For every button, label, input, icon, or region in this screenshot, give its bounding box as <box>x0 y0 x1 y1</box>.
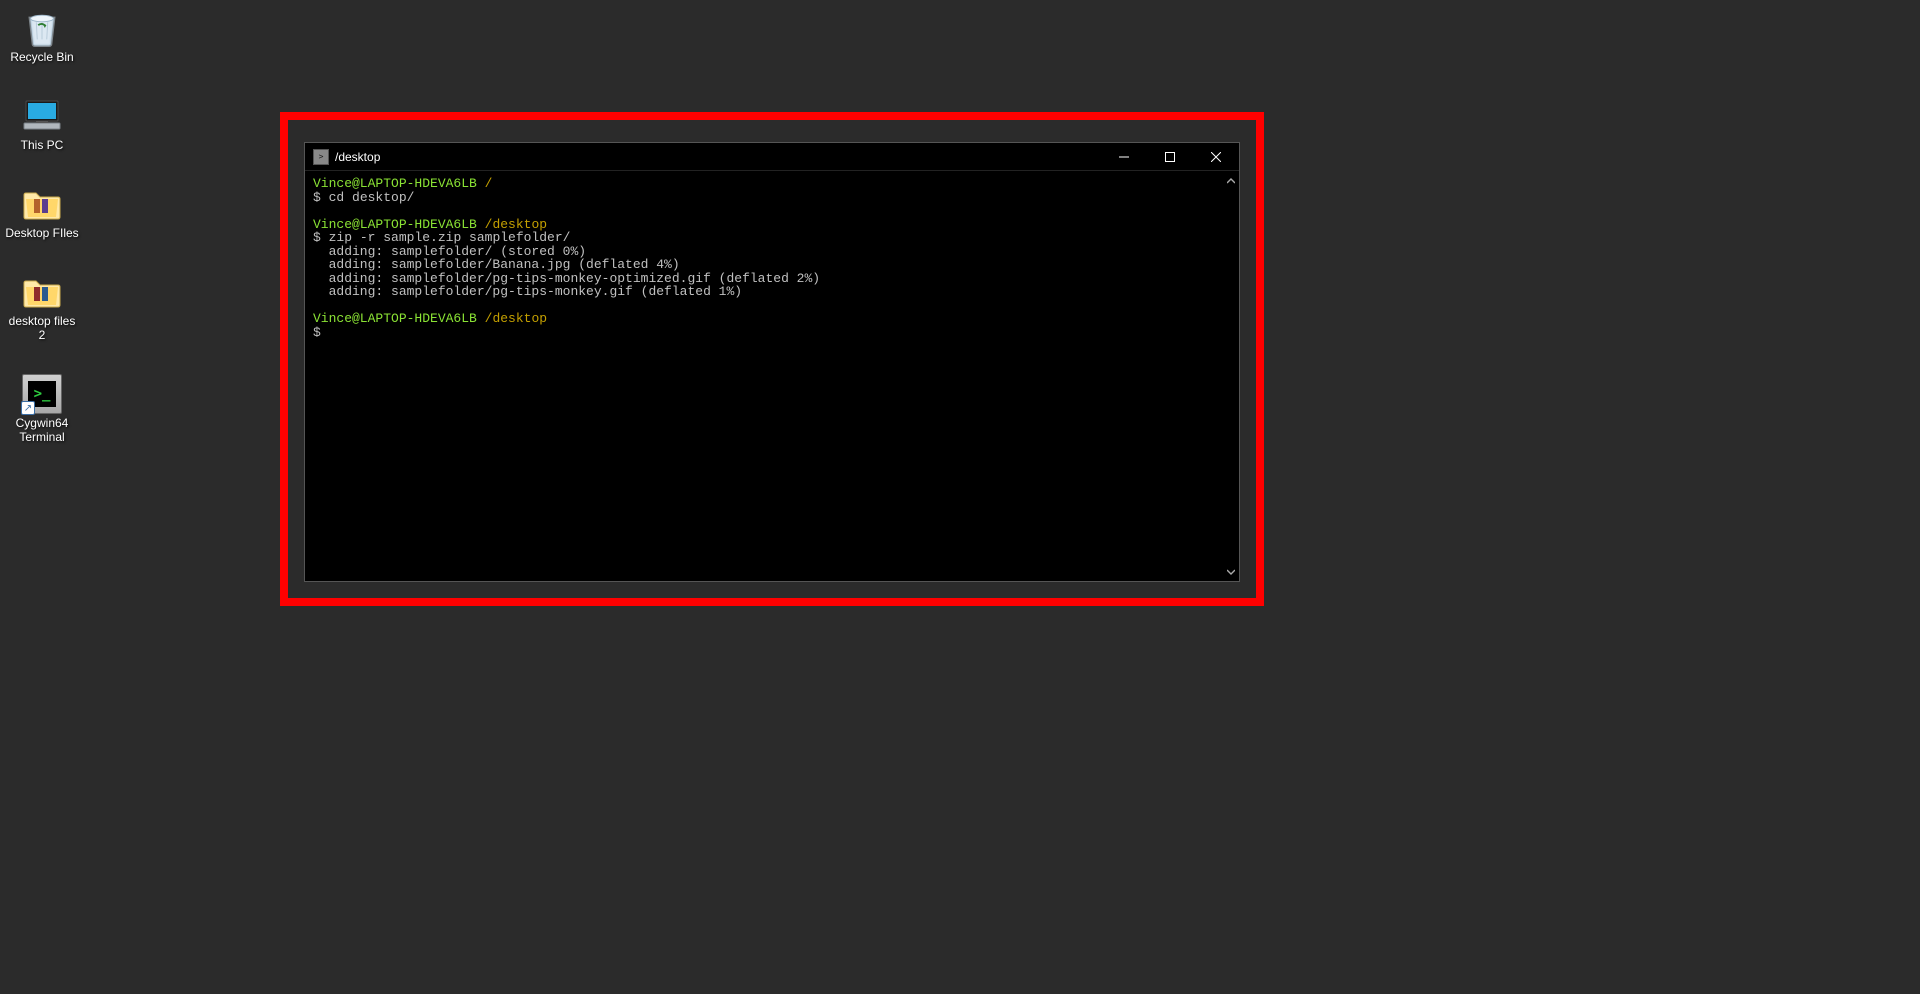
maximize-button[interactable] <box>1147 143 1193 171</box>
terminal-output-area[interactable]: Vince@LAPTOP-HDEVA6LB / $ cd desktop/ Vi… <box>305 171 1222 581</box>
desktop-icon-label: desktop files 2 <box>4 314 80 342</box>
desktop-icon-label: Desktop FIles <box>5 226 78 240</box>
window-title: /desktop <box>335 150 380 164</box>
close-icon <box>1211 152 1221 162</box>
prompt-symbol: $ <box>313 190 321 205</box>
folder-icon <box>22 272 62 312</box>
desktop-icon-this-pc[interactable]: This PC <box>4 96 80 152</box>
prompt-userhost: Vince@LAPTOP-HDEVA6LB <box>313 311 477 326</box>
desktop-icon-desktop-files-2[interactable]: desktop files 2 <box>4 272 80 342</box>
chevron-down-icon <box>1227 569 1235 575</box>
recycle-bin-icon <box>22 8 62 48</box>
desktop-icon-label: This PC <box>21 138 64 152</box>
minimize-icon <box>1119 152 1129 162</box>
this-pc-icon <box>22 96 62 136</box>
minimize-button[interactable] <box>1101 143 1147 171</box>
shortcut-overlay-icon: ↗ <box>21 401 35 415</box>
desktop-icon-label: Recycle Bin <box>10 50 73 64</box>
desktop-icon-cygwin-terminal[interactable]: >_ ↗ Cygwin64 Terminal <box>4 374 80 444</box>
maximize-icon <box>1165 152 1175 162</box>
vertical-scrollbar[interactable] <box>1222 171 1239 581</box>
window-titlebar[interactable]: > /desktop <box>305 143 1239 171</box>
folder-icon <box>22 184 62 224</box>
desktop-icon-recycle-bin[interactable]: Recycle Bin <box>4 8 80 64</box>
desktop-icons-column: Recycle Bin This PC Desktop FIles <box>4 8 80 444</box>
close-button[interactable] <box>1193 143 1239 171</box>
annotation-highlight-box: > /desktop Vince@LAPTOP-HDEVA6LB / $ cd … <box>280 112 1264 606</box>
scroll-down-button[interactable] <box>1223 564 1238 579</box>
chevron-up-icon <box>1227 178 1235 184</box>
terminal-app-icon: > <box>313 149 329 165</box>
cygwin-terminal-icon: >_ ↗ <box>22 374 62 414</box>
terminal-window: > /desktop Vince@LAPTOP-HDEVA6LB / $ cd … <box>304 142 1240 582</box>
scroll-up-button[interactable] <box>1223 173 1238 188</box>
prompt-path: /desktop <box>485 311 547 326</box>
prompt-command: cd desktop/ <box>329 190 415 205</box>
terminal-output-line: adding: samplefolder/pg-tips-monkey.gif … <box>313 284 742 299</box>
prompt-symbol: $ <box>313 325 321 340</box>
desktop-icon-desktop-files[interactable]: Desktop FIles <box>4 184 80 240</box>
desktop-icon-label: Cygwin64 Terminal <box>4 416 80 444</box>
prompt-path: / <box>485 176 493 191</box>
